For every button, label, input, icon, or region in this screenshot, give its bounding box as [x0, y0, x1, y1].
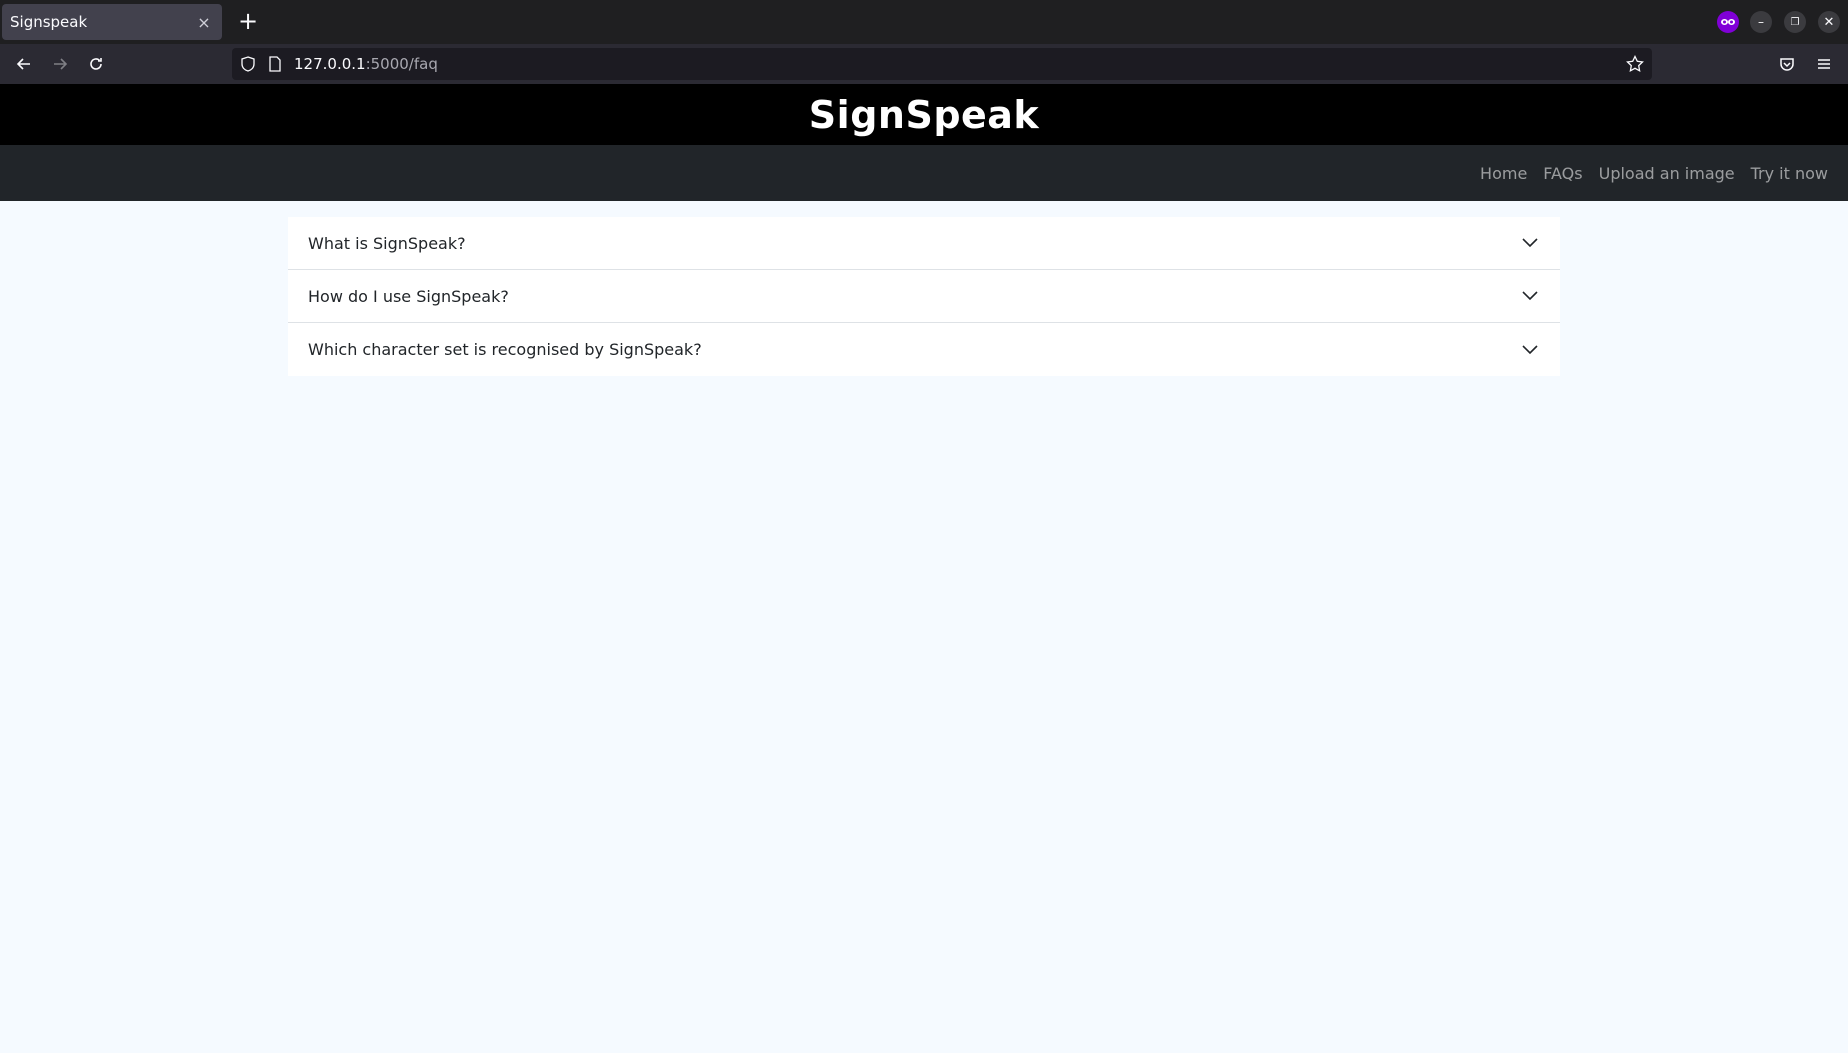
reload-icon[interactable] [82, 50, 110, 78]
private-browsing-icon [1717, 11, 1739, 33]
page-info-icon[interactable] [268, 56, 282, 76]
site-title[interactable]: SignSpeak [809, 93, 1039, 137]
browser-tabbar: Signspeak × + – ❐ ✕ [0, 0, 1848, 44]
shield-icon[interactable] [240, 56, 256, 76]
url-text: 127.0.0.1:5000/faq [294, 55, 438, 73]
faq-accordion: What is SignSpeak? How do I use SignSpea… [288, 217, 1560, 376]
tab-title: Signspeak [10, 13, 88, 31]
pocket-icon[interactable] [1773, 50, 1801, 78]
bookmark-star-icon[interactable] [1626, 54, 1644, 77]
faq-item[interactable]: What is SignSpeak? [288, 217, 1560, 270]
chevron-down-icon [1522, 291, 1538, 301]
tab-close-icon[interactable]: × [194, 13, 214, 32]
url-host: 127.0.0.1 [294, 55, 366, 73]
forward-icon[interactable] [46, 50, 74, 78]
back-icon[interactable] [10, 50, 38, 78]
nav-link-faqs[interactable]: FAQs [1543, 164, 1582, 183]
faq-question: How do I use SignSpeak? [308, 286, 509, 306]
nav-link-home[interactable]: Home [1480, 164, 1527, 183]
url-bar[interactable]: 127.0.0.1:5000/faq [232, 48, 1652, 80]
url-path: :5000/faq [365, 55, 438, 73]
window-close-button[interactable]: ✕ [1818, 11, 1840, 33]
site-header: SignSpeak [0, 84, 1848, 145]
faq-item[interactable]: Which character set is recognised by Sig… [288, 323, 1560, 376]
browser-tab[interactable]: Signspeak × [2, 4, 222, 40]
nav-link-try[interactable]: Try it now [1751, 164, 1828, 183]
chevron-down-icon [1522, 344, 1538, 354]
minimize-button[interactable]: – [1750, 11, 1772, 33]
menu-icon[interactable] [1810, 50, 1838, 78]
faq-question: What is SignSpeak? [308, 233, 466, 253]
faq-item[interactable]: How do I use SignSpeak? [288, 270, 1560, 323]
nav-link-upload[interactable]: Upload an image [1599, 164, 1735, 183]
new-tab-button[interactable]: + [234, 8, 262, 36]
nav-links: Home FAQs Upload an image Try it now [1480, 145, 1828, 201]
chevron-down-icon [1522, 238, 1538, 248]
site-navbar: Home FAQs Upload an image Try it now [0, 145, 1848, 201]
restore-button[interactable]: ❐ [1784, 11, 1806, 33]
faq-question: Which character set is recognised by Sig… [308, 340, 702, 359]
